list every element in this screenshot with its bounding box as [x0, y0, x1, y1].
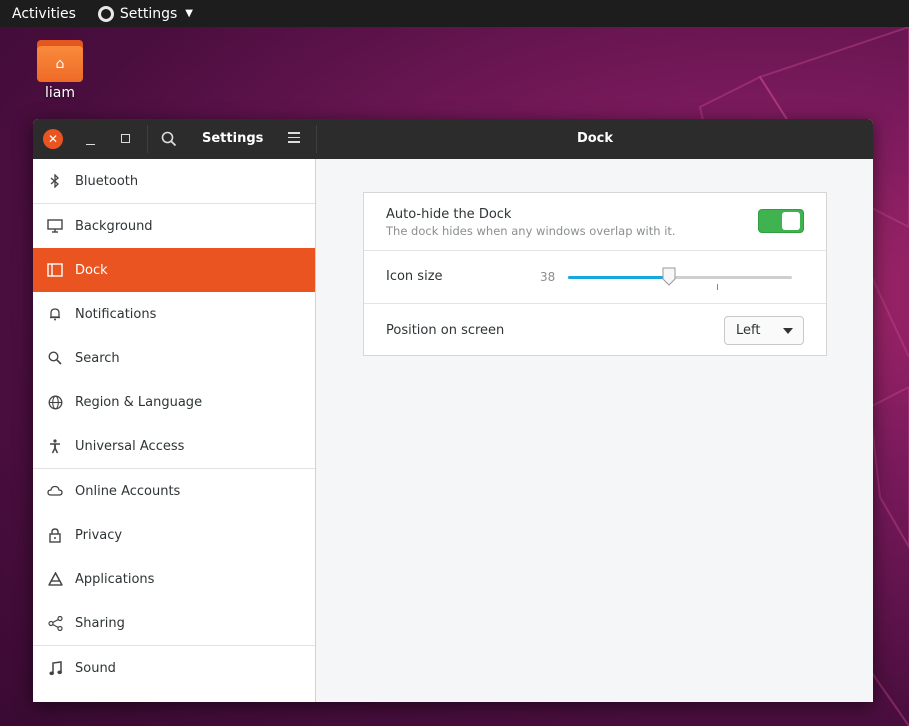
- home-folder-label: liam: [45, 85, 75, 101]
- autohide-subtitle: The dock hides when any windows overlap …: [386, 224, 676, 238]
- sidebar-item-label: Online Accounts: [75, 483, 181, 499]
- top-bar: Activities Settings ▼: [0, 0, 909, 27]
- position-dropdown[interactable]: Left: [724, 316, 804, 345]
- sidebar-item-label: Bluetooth: [75, 173, 139, 189]
- dock-settings-list: Auto-hide the Dock The dock hides when a…: [363, 192, 827, 356]
- sidebar-item-label: Sound: [75, 660, 116, 676]
- sidebar-item-dock[interactable]: Dock: [33, 248, 315, 292]
- sidebar-item-universal-access[interactable]: Universal Access: [33, 424, 315, 468]
- slider-tick-mark: [717, 284, 718, 290]
- music-note-icon: [47, 660, 63, 676]
- settings-app-icon: [97, 5, 114, 22]
- settings-window: ✕ Settings Dock Bluetooth Background Doc…: [33, 119, 873, 702]
- position-dropdown-value: Left: [736, 323, 761, 338]
- position-label: Position on screen: [386, 323, 505, 338]
- sidebar-item-label: Applications: [75, 571, 155, 587]
- sidebar-item-label: Notifications: [75, 306, 157, 322]
- search-icon: [47, 350, 63, 366]
- icon-size-slider[interactable]: [568, 276, 792, 279]
- close-button[interactable]: ✕: [43, 129, 63, 149]
- sidebar-title: Settings: [202, 131, 264, 146]
- titlebar-divider: [147, 125, 148, 153]
- minimize-button[interactable]: [86, 131, 96, 147]
- monitor-icon: [47, 218, 63, 234]
- sidebar-item-online-accounts[interactable]: Online Accounts: [33, 469, 315, 513]
- sidebar-item-sharing[interactable]: Sharing: [33, 601, 315, 645]
- sidebar-item-bluetooth[interactable]: Bluetooth: [33, 159, 315, 203]
- panel-title: Dock: [576, 131, 614, 146]
- lock-icon: [47, 527, 63, 543]
- slider-fill: [568, 276, 669, 279]
- dock-panel: Auto-hide the Dock The dock hides when a…: [317, 159, 873, 702]
- home-folder-icon: ⌂: [37, 40, 83, 82]
- title-bar: ✕ Settings Dock: [33, 119, 873, 159]
- accessibility-icon: [47, 438, 63, 454]
- icon-size-label: Icon size: [386, 269, 443, 284]
- sidebar-item-label: Search: [75, 350, 120, 366]
- sidebar-item-label: Universal Access: [75, 438, 185, 454]
- maximize-button[interactable]: [121, 134, 130, 143]
- applications-icon: [47, 571, 63, 587]
- sidebar-item-sound[interactable]: Sound: [33, 646, 315, 690]
- app-menu[interactable]: Settings ▼: [97, 5, 193, 22]
- autohide-title: Auto-hide the Dock: [386, 207, 512, 222]
- sidebar-item-label: Background: [75, 218, 153, 234]
- sidebar-item-background[interactable]: Background: [33, 204, 315, 248]
- dock-icon: [47, 262, 63, 278]
- share-icon: [47, 615, 63, 631]
- globe-icon: [47, 394, 63, 410]
- activities-button[interactable]: Activities: [12, 6, 76, 22]
- app-menu-label: Settings: [119, 5, 178, 22]
- icon-size-value: 38: [540, 270, 556, 284]
- sidebar-item-notifications[interactable]: Notifications: [33, 292, 315, 336]
- sidebar-item-privacy[interactable]: Privacy: [33, 513, 315, 557]
- slider-handle[interactable]: [662, 267, 676, 286]
- toggle-knob: [782, 212, 800, 230]
- home-folder-desktop-icon[interactable]: ⌂ liam: [36, 40, 84, 101]
- sidebar-item-region-language[interactable]: Region & Language: [33, 380, 315, 424]
- autohide-toggle[interactable]: [758, 209, 804, 233]
- autohide-row: Auto-hide the Dock The dock hides when a…: [364, 193, 826, 251]
- sidebar-item-applications[interactable]: Applications: [33, 557, 315, 601]
- search-icon[interactable]: [161, 131, 177, 147]
- bluetooth-icon: [47, 173, 63, 189]
- icon-size-row: Icon size 38: [364, 251, 826, 304]
- position-row: Position on screen Left: [364, 304, 826, 355]
- sidebar-item-label: Privacy: [75, 527, 123, 543]
- caret-down-icon: ▼: [185, 8, 193, 19]
- chevron-down-icon: [783, 328, 793, 334]
- sidebar-item-search[interactable]: Search: [33, 336, 315, 380]
- bell-icon: [47, 306, 63, 322]
- sidebar-item-label: Sharing: [75, 615, 125, 631]
- sidebar: Bluetooth Background Dock Notifications: [33, 159, 316, 702]
- cloud-icon: [47, 483, 63, 499]
- hamburger-menu-icon[interactable]: [288, 132, 300, 144]
- sidebar-item-label: Dock: [75, 262, 108, 278]
- sidebar-item-label: Region & Language: [75, 394, 203, 410]
